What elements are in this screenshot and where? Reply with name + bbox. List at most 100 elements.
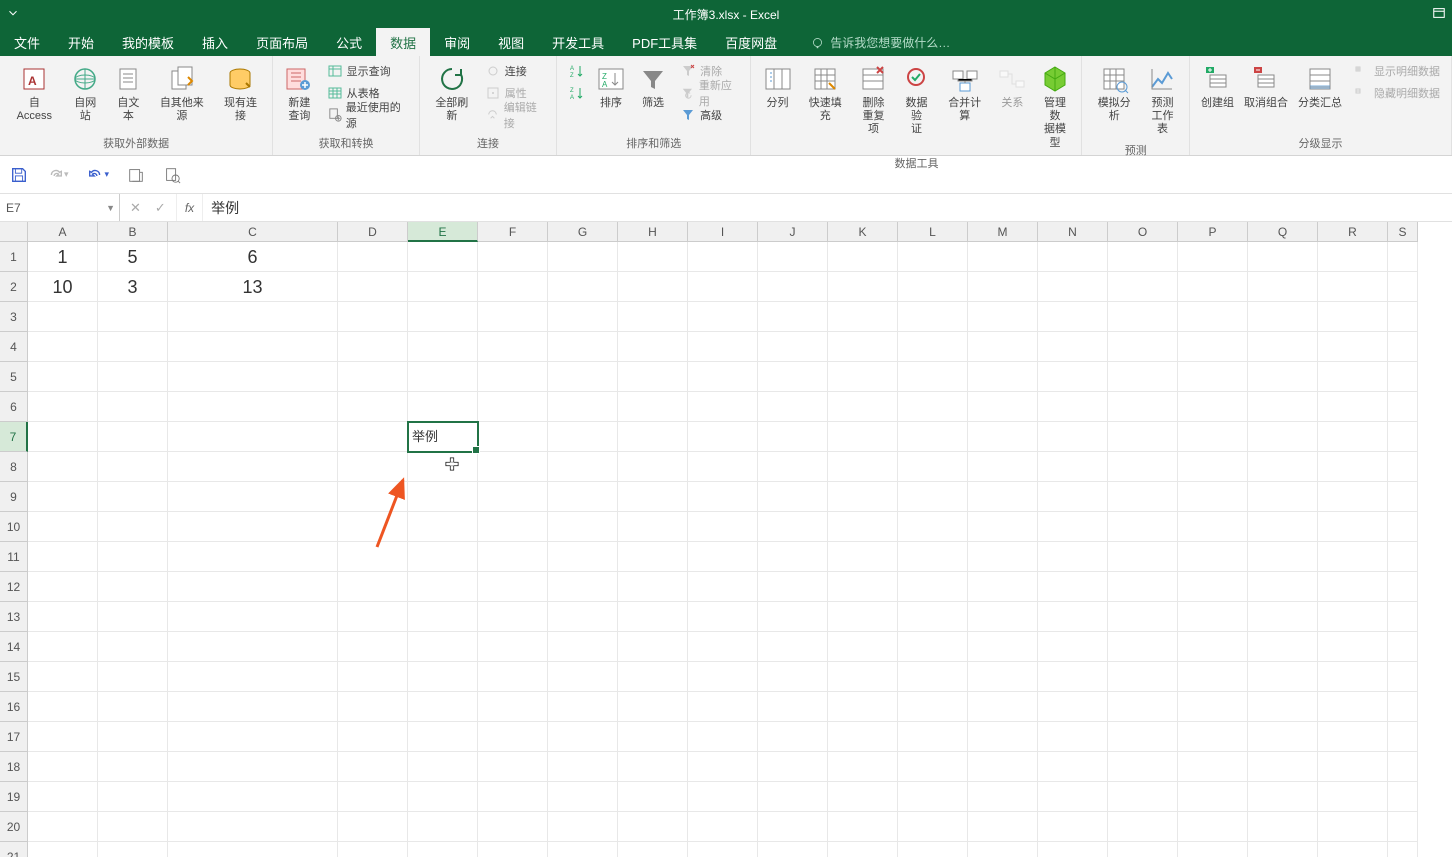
cell-Q11[interactable] (1248, 542, 1318, 572)
cell-H10[interactable] (618, 512, 688, 542)
row-header[interactable]: 20 (0, 812, 28, 842)
tab-2[interactable]: 我的模板 (108, 28, 188, 56)
data-tools-btn-4[interactable]: 合并计算 (939, 60, 990, 126)
cell-L17[interactable] (898, 722, 968, 752)
tab-8[interactable]: 视图 (484, 28, 538, 56)
cell-S11[interactable] (1388, 542, 1418, 572)
cell-M18[interactable] (968, 752, 1038, 782)
cell-D7[interactable] (338, 422, 408, 452)
cell-E5[interactable] (408, 362, 478, 392)
cell-L1[interactable] (898, 242, 968, 272)
cell-P17[interactable] (1178, 722, 1248, 752)
cell-E10[interactable] (408, 512, 478, 542)
column-header[interactable]: F (478, 222, 548, 242)
cell-N14[interactable] (1038, 632, 1108, 662)
cell-N9[interactable] (1038, 482, 1108, 512)
cell-L9[interactable] (898, 482, 968, 512)
cell-M2[interactable] (968, 272, 1038, 302)
cell-I18[interactable] (688, 752, 758, 782)
cell-F2[interactable] (478, 272, 548, 302)
tab-6[interactable]: 数据 (376, 28, 430, 56)
cell-D10[interactable] (338, 512, 408, 542)
cell-L3[interactable] (898, 302, 968, 332)
cell-Q8[interactable] (1248, 452, 1318, 482)
cell-N13[interactable] (1038, 602, 1108, 632)
cell-A13[interactable] (28, 602, 98, 632)
cell-Q10[interactable] (1248, 512, 1318, 542)
cell-N5[interactable] (1038, 362, 1108, 392)
cell-C19[interactable] (168, 782, 338, 812)
get-transform-small-2[interactable]: 最近使用的源 (322, 104, 413, 126)
cell-B21[interactable] (98, 842, 168, 857)
cell-F18[interactable] (478, 752, 548, 782)
cell-F5[interactable] (478, 362, 548, 392)
cell-F3[interactable] (478, 302, 548, 332)
cell-A6[interactable] (28, 392, 98, 422)
cell-E9[interactable] (408, 482, 478, 512)
cell-M5[interactable] (968, 362, 1038, 392)
cell-N10[interactable] (1038, 512, 1108, 542)
cell-R21[interactable] (1318, 842, 1388, 857)
column-header[interactable]: D (338, 222, 408, 242)
forecast-btn-1[interactable]: 预测 工作表 (1142, 60, 1183, 140)
cell-I11[interactable] (688, 542, 758, 572)
cell-O11[interactable] (1108, 542, 1178, 572)
cell-A11[interactable] (28, 542, 98, 572)
cell-B17[interactable] (98, 722, 168, 752)
cell-Q15[interactable] (1248, 662, 1318, 692)
spreadsheet-grid[interactable]: ABCDEFGHIJKLMNOPQRS 115621031334567举例891… (0, 222, 1452, 857)
cell-N20[interactable] (1038, 812, 1108, 842)
column-header[interactable]: C (168, 222, 338, 242)
cell-I16[interactable] (688, 692, 758, 722)
filter-button[interactable]: 筛选 (633, 60, 673, 113)
cell-B14[interactable] (98, 632, 168, 662)
cell-F10[interactable] (478, 512, 548, 542)
column-header[interactable]: J (758, 222, 828, 242)
cell-J2[interactable] (758, 272, 828, 302)
cell-L7[interactable] (898, 422, 968, 452)
row-header[interactable]: 4 (0, 332, 28, 362)
cell-I6[interactable] (688, 392, 758, 422)
external-data-btn-4[interactable]: 现有连接 (215, 60, 266, 126)
cell-G9[interactable] (548, 482, 618, 512)
cell-R17[interactable] (1318, 722, 1388, 752)
tab-11[interactable]: 百度网盘 (711, 28, 791, 56)
cell-G1[interactable] (548, 242, 618, 272)
column-header[interactable]: Q (1248, 222, 1318, 242)
cell-N21[interactable] (1038, 842, 1108, 857)
cell-P19[interactable] (1178, 782, 1248, 812)
cell-L20[interactable] (898, 812, 968, 842)
cell-R1[interactable] (1318, 242, 1388, 272)
cell-P10[interactable] (1178, 512, 1248, 542)
cell-H19[interactable] (618, 782, 688, 812)
cell-C7[interactable] (168, 422, 338, 452)
cell-E4[interactable] (408, 332, 478, 362)
cell-K12[interactable] (828, 572, 898, 602)
cell-S16[interactable] (1388, 692, 1418, 722)
cell-E15[interactable] (408, 662, 478, 692)
cell-N19[interactable] (1038, 782, 1108, 812)
cell-I12[interactable] (688, 572, 758, 602)
row-header[interactable]: 10 (0, 512, 28, 542)
cell-P7[interactable] (1178, 422, 1248, 452)
column-header[interactable]: R (1318, 222, 1388, 242)
cell-N4[interactable] (1038, 332, 1108, 362)
cell-K2[interactable] (828, 272, 898, 302)
column-header[interactable]: G (548, 222, 618, 242)
cell-D6[interactable] (338, 392, 408, 422)
cell-G2[interactable] (548, 272, 618, 302)
cell-R6[interactable] (1318, 392, 1388, 422)
cell-N15[interactable] (1038, 662, 1108, 692)
cell-K4[interactable] (828, 332, 898, 362)
cell-P6[interactable] (1178, 392, 1248, 422)
cell-S8[interactable] (1388, 452, 1418, 482)
row-header[interactable]: 21 (0, 842, 28, 857)
cell-R14[interactable] (1318, 632, 1388, 662)
cell-E19[interactable] (408, 782, 478, 812)
tab-4[interactable]: 页面布局 (242, 28, 322, 56)
cell-N12[interactable] (1038, 572, 1108, 602)
cell-L5[interactable] (898, 362, 968, 392)
cell-F15[interactable] (478, 662, 548, 692)
row-header[interactable]: 14 (0, 632, 28, 662)
cell-O17[interactable] (1108, 722, 1178, 752)
